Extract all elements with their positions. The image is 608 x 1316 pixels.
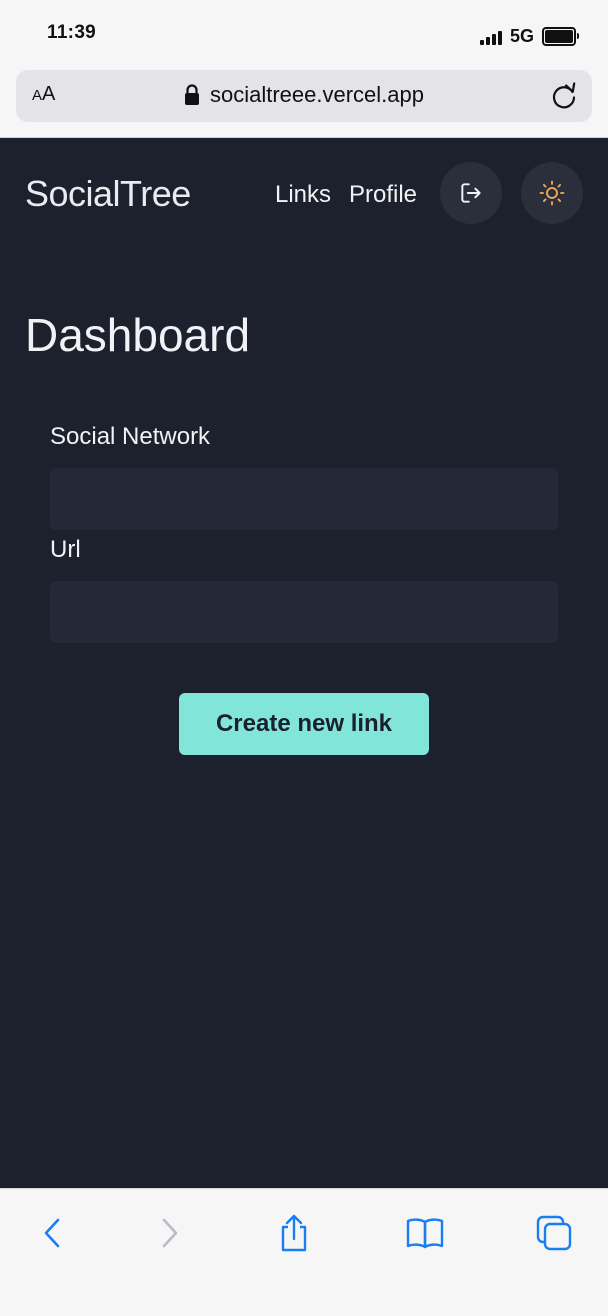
browser-toolbar (0, 1188, 608, 1316)
webpage: SocialTree Links Profile Dashboard Socia… (0, 138, 608, 1188)
url-input[interactable] (50, 581, 558, 643)
battery-icon (542, 27, 579, 46)
book-icon (406, 1218, 444, 1249)
back-button[interactable] (30, 1211, 74, 1255)
nav-profile-link[interactable]: Profile (349, 181, 417, 209)
social-network-label: Social Network (50, 423, 211, 450)
sun-icon (539, 180, 565, 206)
url-label: Url (50, 536, 81, 563)
page-title: Dashboard (25, 309, 251, 361)
tabs-button[interactable] (532, 1211, 576, 1255)
theme-toggle-button[interactable] (521, 162, 583, 224)
brand-logo[interactable]: SocialTree (25, 173, 191, 215)
chevron-right-icon (162, 1218, 178, 1248)
logout-icon (461, 183, 481, 203)
url-text: socialtreee.vercel.app (209, 82, 424, 107)
network-label: 5G (509, 26, 534, 46)
bookmarks-button[interactable] (403, 1211, 447, 1255)
chevron-left-icon (44, 1218, 60, 1248)
reload-icon (552, 82, 576, 109)
address-bar[interactable]: AA socialtreee.vercel.app (16, 70, 592, 122)
nav-links-link[interactable]: Links (275, 181, 331, 209)
status-time: 11:39 (47, 22, 97, 43)
logout-button[interactable] (440, 162, 502, 224)
status-indicators: 5G (479, 26, 579, 47)
signal-icon (479, 29, 502, 45)
forward-button[interactable] (148, 1211, 192, 1255)
status-bar: 11:39 5G (0, 0, 608, 66)
share-button[interactable] (272, 1211, 316, 1255)
reload-button[interactable] (548, 80, 580, 112)
url-display[interactable]: socialtreee.vercel.app (16, 82, 592, 108)
tabs-icon (536, 1215, 572, 1251)
lock-icon (184, 84, 199, 105)
social-network-input[interactable] (50, 468, 558, 530)
create-new-link-button[interactable]: Create new link (179, 693, 429, 755)
share-icon (281, 1214, 307, 1252)
